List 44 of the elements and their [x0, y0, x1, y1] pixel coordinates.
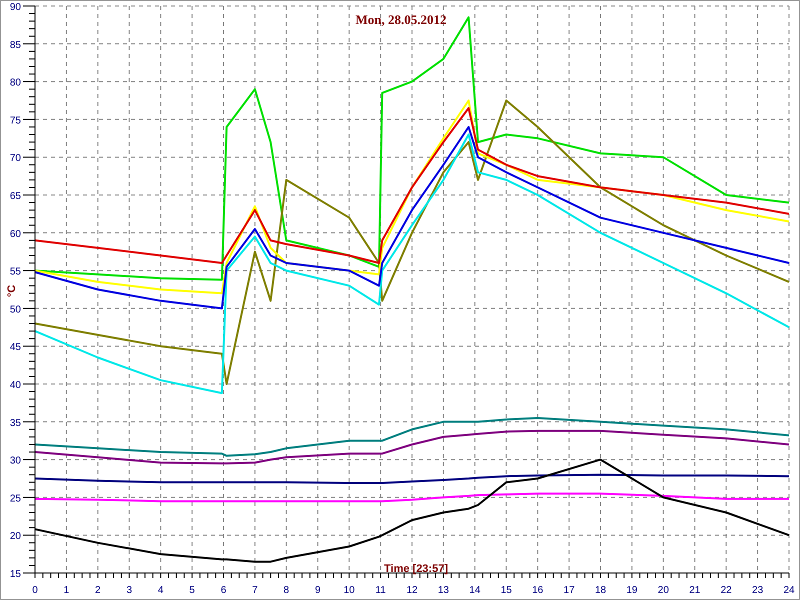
axis-title: Time [23:57]	[384, 563, 448, 575]
tick-label: 2	[95, 585, 101, 596]
tick-label: 30	[10, 456, 21, 467]
tick-label: 15	[500, 585, 512, 596]
tick-label: 18	[594, 585, 606, 596]
tick-label: 24	[783, 585, 795, 596]
tick-label: 45	[10, 342, 21, 354]
tick-label: 60	[10, 228, 21, 240]
tick-label: 10	[344, 585, 355, 596]
tick-label: 80	[10, 78, 21, 89]
axis-title: °C	[6, 284, 18, 298]
tick-label: 90	[10, 2, 21, 13]
tick-label: 9	[314, 585, 321, 596]
tick-label: 23	[752, 585, 764, 596]
tick-label: 19	[626, 585, 638, 596]
tick-label: 7	[252, 585, 258, 596]
tick-label: 12	[406, 585, 418, 596]
tick-label: 40	[10, 380, 21, 391]
tick-label: 5	[189, 585, 195, 596]
tick-label: 13	[438, 585, 449, 596]
tick-label: 21	[689, 585, 700, 596]
tick-label: 0	[32, 585, 38, 596]
tick-label: 1	[64, 585, 70, 596]
tick-label: 85	[10, 40, 21, 51]
tick-label: 11	[375, 585, 386, 596]
tick-label: 35	[10, 418, 21, 429]
tick-label: 50	[10, 304, 21, 316]
tick-label: 14	[469, 585, 480, 596]
tick-label: 70	[10, 153, 21, 164]
tick-label: 55	[10, 266, 21, 278]
tick-label: 3	[126, 585, 132, 596]
chart-title: Mon, 28.05.2012	[356, 12, 446, 27]
tick-label: 75	[10, 115, 21, 126]
tick-label: 8	[284, 585, 290, 596]
tick-label: 22	[720, 585, 732, 596]
tick-label: 17	[564, 585, 575, 596]
tick-label: 6	[220, 585, 226, 596]
tick-label: 25	[10, 493, 21, 504]
tick-label: 16	[532, 585, 544, 596]
tick-label: 20	[10, 531, 21, 542]
tick-label: 4	[158, 585, 164, 596]
tick-label: 20	[658, 585, 669, 596]
tick-label: 15	[10, 569, 21, 580]
tick-label: 65	[10, 191, 21, 202]
